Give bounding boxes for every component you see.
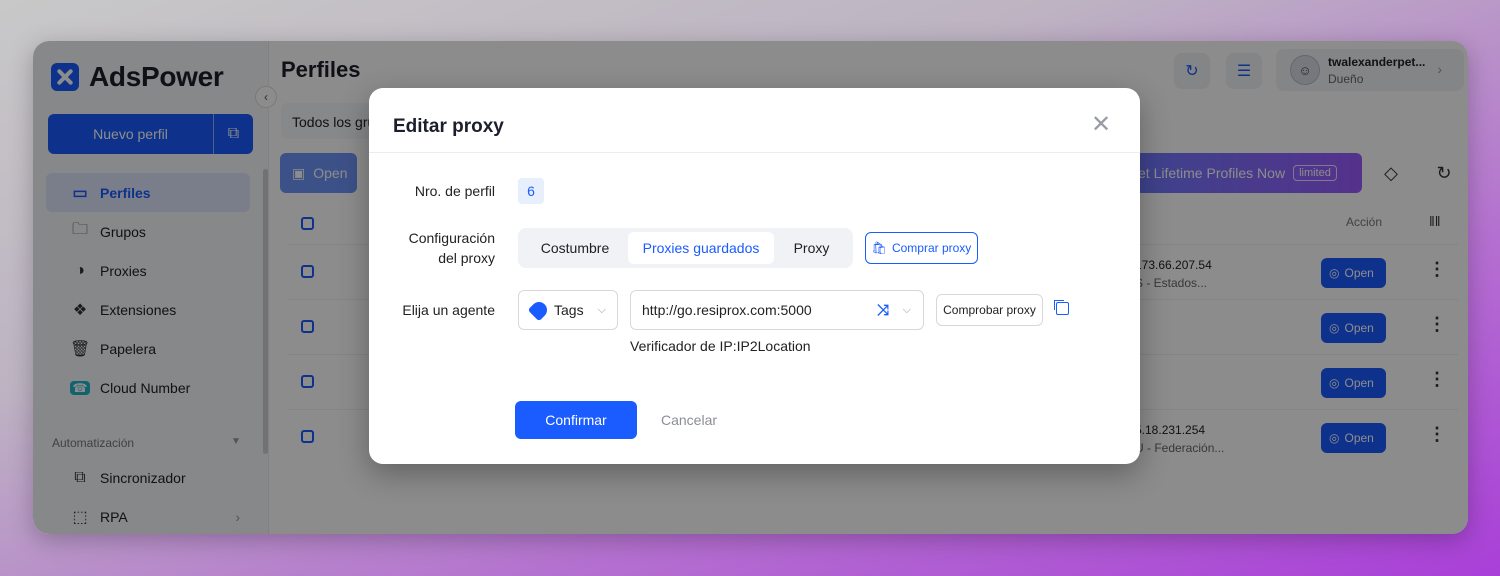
proxy-config-label-line1: Configuración	[408, 230, 495, 246]
tag-icon	[527, 298, 551, 322]
profile-number-badge: 6	[518, 178, 544, 204]
shopping-bag-icon: 🛍	[871, 241, 887, 255]
proxy-select[interactable]: http://go.resiprox.com:5000 ⤨ ⌵	[630, 290, 924, 330]
tab-proxy[interactable]: Proxy	[774, 232, 849, 264]
confirm-button[interactable]: Confirmar	[515, 401, 637, 439]
shuffle-icon[interactable]: ⤨	[877, 302, 889, 319]
proxy-type-tabs: Costumbre Proxies guardados Proxy	[518, 228, 853, 268]
check-proxy-button[interactable]: Comprobar proxy	[936, 294, 1043, 326]
buy-proxy-button[interactable]: 🛍 Comprar proxy	[865, 232, 978, 264]
proxy-config-label-line2: del proxy	[438, 250, 495, 266]
chevron-down-icon: ⌵	[597, 304, 606, 316]
edit-proxy-dialog: Editar proxy ✕ Nro. de perfil 6 Configur…	[369, 88, 1140, 464]
profile-number-label: Nro. de perfil	[414, 183, 495, 199]
dialog-divider	[369, 152, 1140, 153]
dialog-title: Editar proxy	[393, 116, 504, 137]
ip-verifier-text: Verificador de IP:IP2Location	[630, 338, 811, 354]
cancel-button[interactable]: Cancelar	[661, 412, 717, 428]
agent-label: Elija un agente	[402, 302, 495, 318]
close-icon[interactable]: ✕	[1091, 112, 1111, 138]
tab-proxies-guardados[interactable]: Proxies guardados	[628, 232, 774, 264]
copy-icon[interactable]	[1056, 302, 1069, 315]
tag-select[interactable]: Tags ⌵	[518, 290, 618, 330]
tag-select-value: Tags	[554, 302, 584, 318]
proxy-select-value: http://go.resiprox.com:5000	[642, 302, 812, 318]
chevron-down-icon: ⌵	[902, 304, 911, 316]
buy-proxy-label: Comprar proxy	[891, 241, 972, 255]
proxy-config-label: Configuración del proxy	[389, 228, 495, 268]
tab-costumbre[interactable]: Costumbre	[522, 232, 628, 264]
